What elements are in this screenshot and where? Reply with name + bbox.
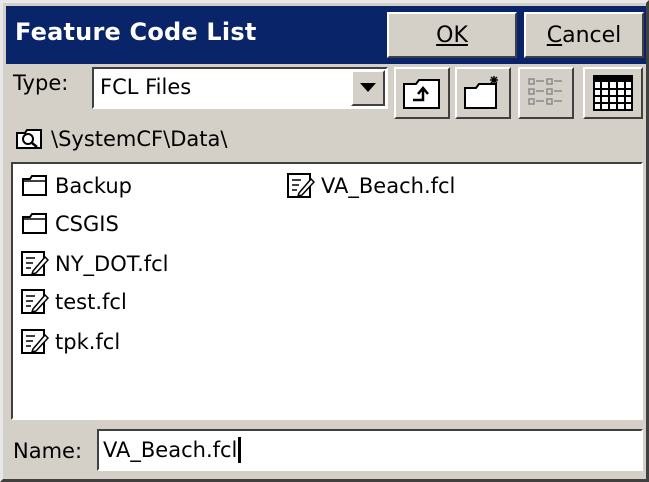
folder-search-icon xyxy=(16,129,42,149)
file-list: Backup CSGIS NY_DOT.fcl test.fcl tpk.fcl… xyxy=(11,162,643,420)
text-caret xyxy=(238,437,242,463)
document-icon xyxy=(21,251,49,276)
name-field-value: VA_Beach.fcl xyxy=(103,438,238,462)
chevron-down-icon xyxy=(360,83,376,92)
new-folder-icon xyxy=(464,76,498,109)
list-item-file-ny-dot[interactable]: NY_DOT.fcl xyxy=(21,249,169,279)
ok-button-label: OK xyxy=(436,22,468,48)
details-view-icon xyxy=(593,75,633,111)
document-icon xyxy=(21,329,49,354)
current-path: \SystemCF\Data\ xyxy=(15,124,227,154)
details-view-button[interactable] xyxy=(583,67,643,119)
folder-icon xyxy=(22,213,47,234)
list-item-folder-backup[interactable]: Backup xyxy=(21,171,132,201)
name-field[interactable]: VA_Beach.fcl xyxy=(97,429,643,471)
document-icon xyxy=(21,289,49,314)
type-dropdown[interactable]: FCL Files xyxy=(92,67,388,109)
new-folder-button[interactable] xyxy=(455,67,511,119)
dialog-title: Feature Code List xyxy=(15,18,257,46)
path-text: \SystemCF\Data\ xyxy=(51,127,228,151)
list-item-file-test[interactable]: test.fcl xyxy=(21,287,127,317)
list-item-label: NY_DOT.fcl xyxy=(55,252,169,276)
cancel-button[interactable]: Cancel xyxy=(524,12,644,58)
document-icon xyxy=(287,173,315,198)
list-item-label: CSGIS xyxy=(55,212,119,236)
up-folder-icon xyxy=(403,79,440,109)
list-item-file-va-beach[interactable]: VA_Beach.fcl xyxy=(287,171,455,201)
list-item-label: VA_Beach.fcl xyxy=(321,174,456,198)
list-view-icon xyxy=(528,78,562,105)
list-item-label: test.fcl xyxy=(55,290,127,314)
type-label: Type: xyxy=(13,71,69,95)
dialog-window: Feature Code List OK Cancel Type: FCL Fi… xyxy=(0,0,649,482)
list-item-file-tpk[interactable]: tpk.fcl xyxy=(21,327,120,357)
name-label: Name: xyxy=(13,439,83,463)
dropdown-arrow-button[interactable] xyxy=(351,70,385,106)
ok-button[interactable]: OK xyxy=(387,12,517,58)
cancel-button-label: Cancel xyxy=(546,22,622,48)
folder-icon xyxy=(22,175,47,196)
list-item-folder-csgis[interactable]: CSGIS xyxy=(21,209,119,239)
list-item-label: tpk.fcl xyxy=(55,330,121,354)
list-item-label: Backup xyxy=(55,174,132,198)
title-bar: Feature Code List OK Cancel xyxy=(6,6,646,64)
up-folder-button[interactable] xyxy=(394,67,450,119)
list-view-button[interactable] xyxy=(518,67,574,119)
type-selected-value: FCL Files xyxy=(100,75,192,99)
